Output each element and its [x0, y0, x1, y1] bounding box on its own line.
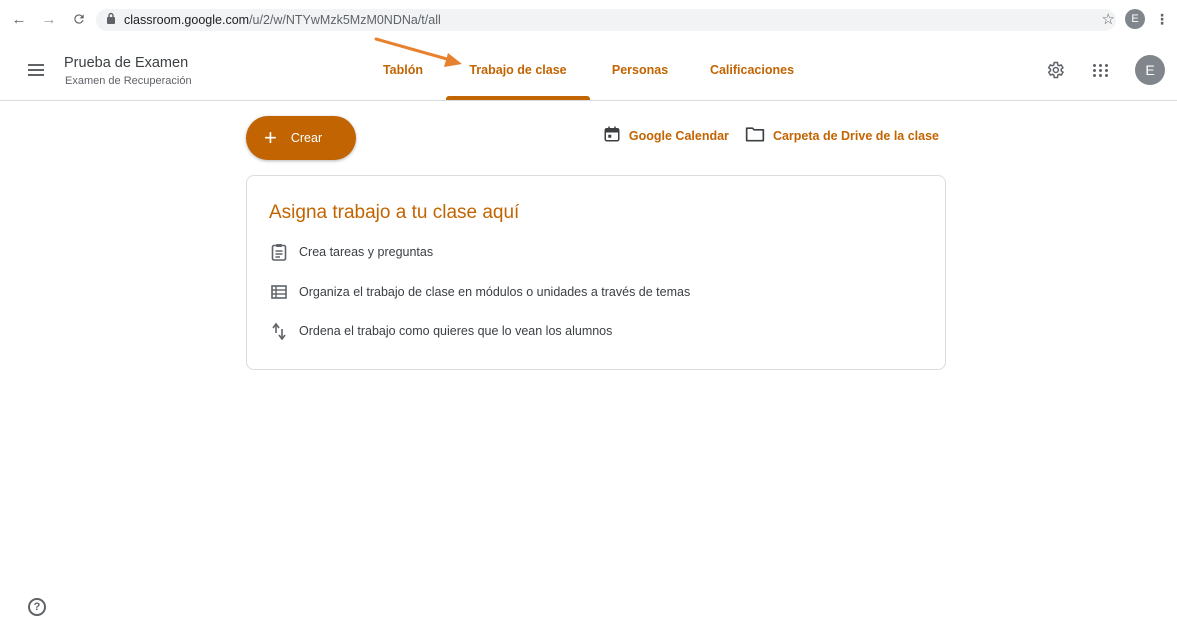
list-item-text: Ordena el trabajo como quieres que lo ve…: [299, 324, 613, 338]
help-icon[interactable]: ?: [28, 598, 46, 616]
url-text: classroom.google.com/u/2/w/NTYwMzk5MzM0N…: [124, 13, 441, 27]
google-calendar-link[interactable]: Google Calendar: [603, 125, 729, 146]
reorder-arrows-icon: [269, 321, 289, 341]
kebab-menu-icon[interactable]: ⋮: [1155, 11, 1169, 28]
empty-state-card: Asigna trabajo a tu clase aquí Crea tare…: [246, 175, 946, 370]
forward-arrow-icon[interactable]: →: [40, 10, 58, 28]
list-item: Ordena el trabajo como quieres que lo ve…: [269, 321, 612, 341]
class-subtitle: Examen de Recuperación: [65, 75, 192, 87]
star-icon[interactable]: ☆: [1102, 10, 1115, 28]
drive-folder-label: Carpeta de Drive de la clase: [772, 128, 939, 143]
tab-calificaciones[interactable]: Calificaciones: [690, 40, 814, 100]
gear-icon[interactable]: [1043, 58, 1067, 82]
assignment-icon: [269, 242, 289, 262]
topic-list-icon: [269, 282, 289, 302]
folder-icon: [745, 125, 765, 146]
address-bar[interactable]: classroom.google.com/u/2/w/NTYwMzk5MzM0N…: [96, 9, 1116, 31]
user-avatar[interactable]: E: [1135, 55, 1165, 85]
reload-icon[interactable]: [70, 10, 88, 28]
list-item-text: Crea tareas y preguntas: [299, 245, 434, 259]
list-item: Crea tareas y preguntas: [269, 242, 433, 262]
drive-folder-link[interactable]: Carpeta de Drive de la clase: [745, 125, 939, 146]
tab-personas[interactable]: Personas: [590, 40, 690, 100]
card-title: Asigna trabajo a tu clase aquí: [269, 202, 520, 223]
calendar-icon: [603, 125, 621, 146]
apps-grid-icon[interactable]: [1089, 58, 1113, 82]
browser-profile-avatar[interactable]: E: [1125, 9, 1145, 29]
create-button-label: Crear: [290, 131, 323, 145]
google-calendar-label: Google Calendar: [628, 128, 729, 143]
browser-toolbar: ← → classroom.google.com/u/2/w/NTYwMzk5M…: [0, 0, 1177, 40]
hamburger-menu-icon[interactable]: [26, 60, 46, 80]
list-item: Organiza el trabajo de clase en módulos …: [269, 282, 690, 302]
class-title[interactable]: Prueba de Examen: [64, 55, 188, 71]
annotation-arrow-icon: [374, 37, 462, 67]
list-item-text: Organiza el trabajo de clase en módulos …: [299, 285, 691, 299]
back-arrow-icon[interactable]: ←: [10, 10, 28, 28]
lock-icon: [106, 11, 116, 29]
active-tab-indicator: [446, 96, 590, 100]
plus-icon: +: [264, 125, 277, 150]
create-button[interactable]: + Crear: [246, 116, 356, 160]
app-header: Prueba de Examen Examen de Recuperación …: [0, 40, 1177, 101]
